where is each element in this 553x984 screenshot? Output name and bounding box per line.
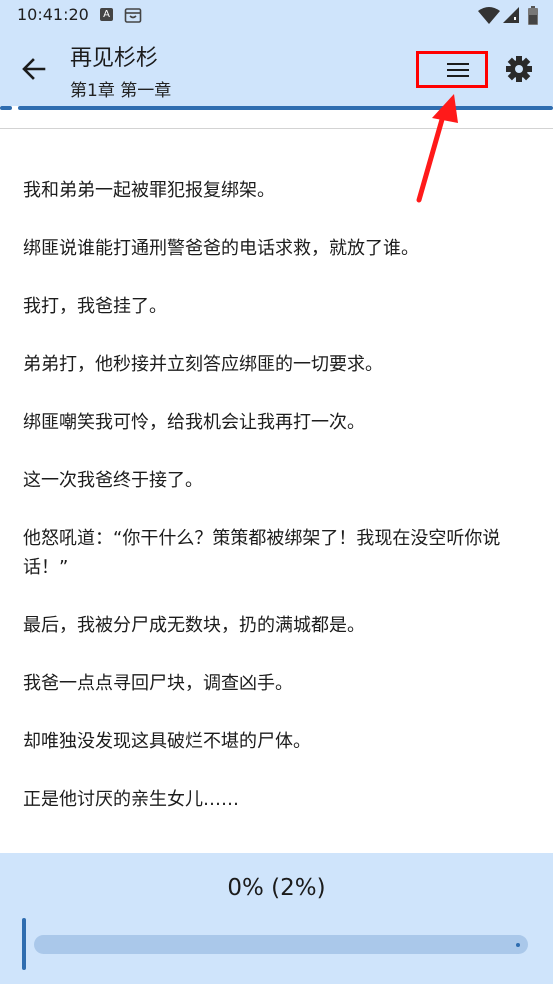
paragraph: 这一次我爸终于接了。: [23, 470, 203, 491]
status-bar: 10:41:20 A: [0, 0, 553, 32]
paragraph: 我爸一点点寻回尸块，调查凶手。: [23, 673, 293, 694]
paragraph: 我和弟弟一起被罪犯报复绑架。: [23, 180, 275, 201]
chapter-progress-bar: [18, 106, 553, 110]
gear-icon[interactable]: [504, 54, 534, 84]
paragraph: 我打，我爸挂了。: [23, 296, 167, 317]
chapter-title: 第1章 第一章: [70, 81, 172, 101]
paragraph: 弟弟打，他秒接并立刻答应绑匪的一切要求。: [23, 354, 383, 375]
paragraph: 正是他讨厌的亲生女儿……: [23, 789, 239, 810]
progress-slider-track[interactable]: [34, 935, 528, 954]
progress-slider-handle[interactable]: [22, 918, 26, 970]
bottom-progress-panel: 0% (2%): [0, 853, 553, 984]
signal-icon: [503, 7, 519, 23]
divider: [0, 128, 553, 129]
box-notification-icon: [124, 8, 142, 23]
paragraph: 绑匪说谁能打通刑警爸爸的电话求救，就放了谁。: [23, 238, 419, 259]
a-notification-icon: A: [100, 8, 113, 21]
menu-icon: [447, 63, 469, 77]
status-time: 10:41:20: [17, 5, 89, 24]
paragraph: 他怒吼道：“你干什么？策策都被绑架了！我现在没空听你说话！”: [23, 528, 501, 578]
paragraph: 却唯独没发现这具破烂不堪的尸体。: [23, 731, 311, 752]
chapter-content: 我和弟弟一起被罪犯报复绑架。 绑匪说谁能打通刑警爸爸的电话求救，就放了谁。 我打…: [23, 176, 528, 843]
battery-icon: [528, 6, 538, 25]
chapter-progress-start: [0, 106, 12, 110]
menu-button[interactable]: [416, 51, 488, 88]
back-arrow-icon[interactable]: [16, 51, 52, 87]
progress-label: 0% (2%): [227, 875, 326, 901]
wifi-icon: [478, 7, 500, 24]
paragraph: 绑匪嘲笑我可怜，给我机会让我再打一次。: [23, 412, 365, 433]
book-title: 再见杉杉: [70, 46, 159, 71]
slider-end-dot: [516, 943, 520, 947]
paragraph: 最后，我被分尸成无数块，扔的满城都是。: [23, 615, 365, 636]
app-bar: 再见杉杉 第1章 第一章: [0, 32, 553, 106]
